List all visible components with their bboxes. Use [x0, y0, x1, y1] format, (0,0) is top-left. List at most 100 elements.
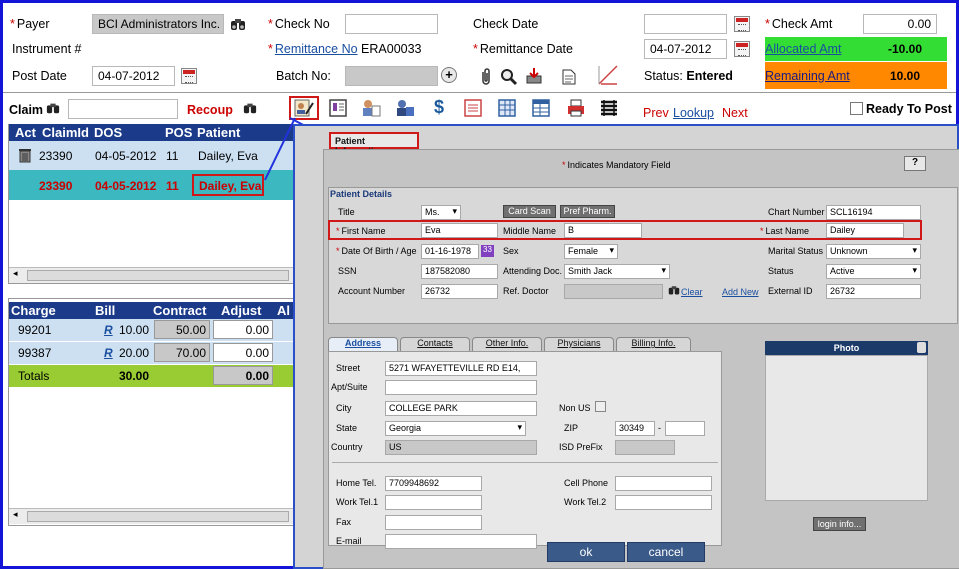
title-select[interactable]: Ms.	[421, 205, 461, 220]
sex-select[interactable]: Female	[564, 244, 618, 259]
login-info-button[interactable]: login info...	[813, 517, 866, 531]
ok-button[interactable]: ok	[547, 542, 625, 562]
pref-pharm-button[interactable]: Pref Pharm.	[560, 205, 615, 218]
fax-input[interactable]	[385, 515, 482, 530]
check-date-input[interactable]	[644, 14, 727, 34]
document-icon[interactable]	[561, 68, 577, 89]
check-no-input[interactable]	[345, 14, 438, 34]
tab-billing-info[interactable]: Billing Info.	[616, 337, 691, 351]
attending-doc-select[interactable]: Smith Jack	[564, 264, 670, 279]
calendar-icon[interactable]	[734, 41, 750, 57]
country-input[interactable]: US	[385, 440, 537, 455]
apt-suite-label: Apt/Suite	[331, 382, 368, 392]
remittance-date-input[interactable]: 04-07-2012	[644, 39, 727, 59]
check-amt-input[interactable]: 0.00	[863, 14, 937, 34]
photo-area[interactable]	[765, 355, 928, 501]
scroll-thumb[interactable]	[27, 270, 289, 281]
city-input[interactable]: COLLEGE PARK	[385, 401, 537, 416]
horizontal-scrollbar[interactable]: ◂	[9, 267, 294, 283]
state-select[interactable]: Georgia	[385, 421, 526, 436]
prev-link[interactable]: Prev	[643, 106, 669, 120]
chart-number-input[interactable]: SCL16194	[826, 205, 921, 220]
table-row[interactable]: 99387 R 20.00 70.00 0.00	[9, 342, 294, 364]
clear-link[interactable]: Clear	[681, 287, 703, 297]
marital-status-select[interactable]: Unknown	[826, 244, 921, 259]
remittance-no-link[interactable]: Remittance No	[275, 42, 358, 56]
work-tel-2-input[interactable]	[615, 495, 712, 510]
ledger-icon[interactable]	[327, 97, 349, 119]
fax-label: Fax	[336, 517, 352, 527]
account-number-input[interactable]: 26732	[421, 284, 498, 299]
tab-other-info[interactable]: Other Info.	[472, 337, 542, 351]
col-charge: Charge	[11, 303, 56, 318]
scroll-left-icon[interactable]: ◂	[13, 509, 18, 520]
list-icon[interactable]	[598, 97, 620, 119]
email-input[interactable]	[385, 534, 537, 549]
tab-address[interactable]: Address	[328, 337, 398, 351]
scroll-left-icon[interactable]: ◂	[13, 268, 18, 279]
scroll-thumb[interactable]	[27, 511, 289, 522]
table-row[interactable]: 99201 R 10.00 50.00 0.00	[9, 319, 294, 341]
horizontal-scrollbar[interactable]: ◂	[9, 508, 294, 524]
claim-search-input[interactable]	[68, 99, 178, 119]
lookup-link[interactable]: Lookup	[673, 106, 714, 120]
adjust-input[interactable]: 0.00	[213, 343, 273, 362]
attachment-icon[interactable]	[478, 68, 494, 89]
info-icon[interactable]	[917, 342, 926, 353]
tab-contacts[interactable]: Contacts	[400, 337, 470, 351]
middle-name-input[interactable]: B	[564, 223, 642, 238]
zip-ext-input[interactable]	[665, 421, 705, 436]
add-icon[interactable]: +	[441, 67, 457, 83]
report-icon[interactable]	[462, 97, 484, 119]
remaining-amt-link[interactable]: Remaining Amt	[765, 69, 850, 83]
apt-suite-input[interactable]	[385, 380, 537, 395]
rate-link[interactable]: R	[104, 346, 113, 360]
batch-no-input[interactable]	[345, 66, 438, 86]
edit-icon[interactable]	[597, 64, 619, 89]
search-icon[interactable]	[500, 68, 518, 89]
status-select[interactable]: Active	[826, 264, 921, 279]
trash-icon[interactable]	[18, 147, 32, 166]
binoculars-icon[interactable]	[668, 284, 680, 299]
cell-phone-input[interactable]	[615, 476, 712, 491]
first-name-input[interactable]: Eva	[421, 223, 498, 238]
rate-link[interactable]: R	[104, 323, 113, 337]
non-us-checkbox[interactable]	[595, 401, 606, 412]
ref-doctor-input[interactable]	[564, 284, 663, 299]
ssn-input[interactable]: 187582080	[421, 264, 498, 279]
external-id-input[interactable]: 26732	[826, 284, 921, 299]
help-button[interactable]: ?	[904, 156, 926, 171]
tab-physicians[interactable]: Physicians	[544, 337, 614, 351]
grid-icon[interactable]	[496, 97, 518, 119]
country-label: Country	[331, 442, 363, 452]
isd-prefix-input[interactable]	[615, 440, 675, 455]
print-icon[interactable]	[565, 97, 587, 119]
last-name-input[interactable]: Dailey	[826, 223, 904, 238]
card-scan-button[interactable]: Card Scan	[503, 205, 556, 218]
recoup-label[interactable]: Recoup	[187, 103, 233, 117]
ready-to-post-checkbox[interactable]	[850, 102, 863, 115]
dollar-icon[interactable]: $	[428, 96, 450, 118]
next-link[interactable]: Next	[722, 106, 748, 120]
allocated-amt-link[interactable]: Allocated Amt	[765, 42, 841, 56]
calendar-icon[interactable]	[181, 68, 197, 84]
payer-field[interactable]: BCI Administrators Inc.	[92, 14, 224, 34]
binoculars-icon[interactable]	[46, 101, 60, 115]
calendar-icon[interactable]	[734, 16, 750, 32]
table-icon[interactable]	[530, 97, 552, 119]
dob-input[interactable]: 01-16-1978	[421, 244, 479, 259]
zip-input[interactable]: 30349	[615, 421, 655, 436]
add-new-link[interactable]: Add New	[722, 287, 759, 297]
adjust-input[interactable]: 0.00	[213, 320, 273, 339]
post-date-input[interactable]: 04-07-2012	[92, 66, 175, 86]
download-icon[interactable]	[525, 67, 543, 88]
status-value: Entered	[686, 69, 733, 83]
batch-no-label: Batch No:	[276, 69, 331, 83]
home-tel-input[interactable]: 7709948692	[385, 476, 482, 491]
user-card-icon[interactable]	[360, 97, 382, 119]
work-tel-1-input[interactable]	[385, 495, 482, 510]
street-input[interactable]: 5271 WFAYETTEVILLE RD E14,	[385, 361, 537, 376]
insurance-icon[interactable]	[394, 97, 416, 119]
binoculars-icon[interactable]	[230, 16, 246, 32]
cancel-button[interactable]: cancel	[627, 542, 705, 562]
